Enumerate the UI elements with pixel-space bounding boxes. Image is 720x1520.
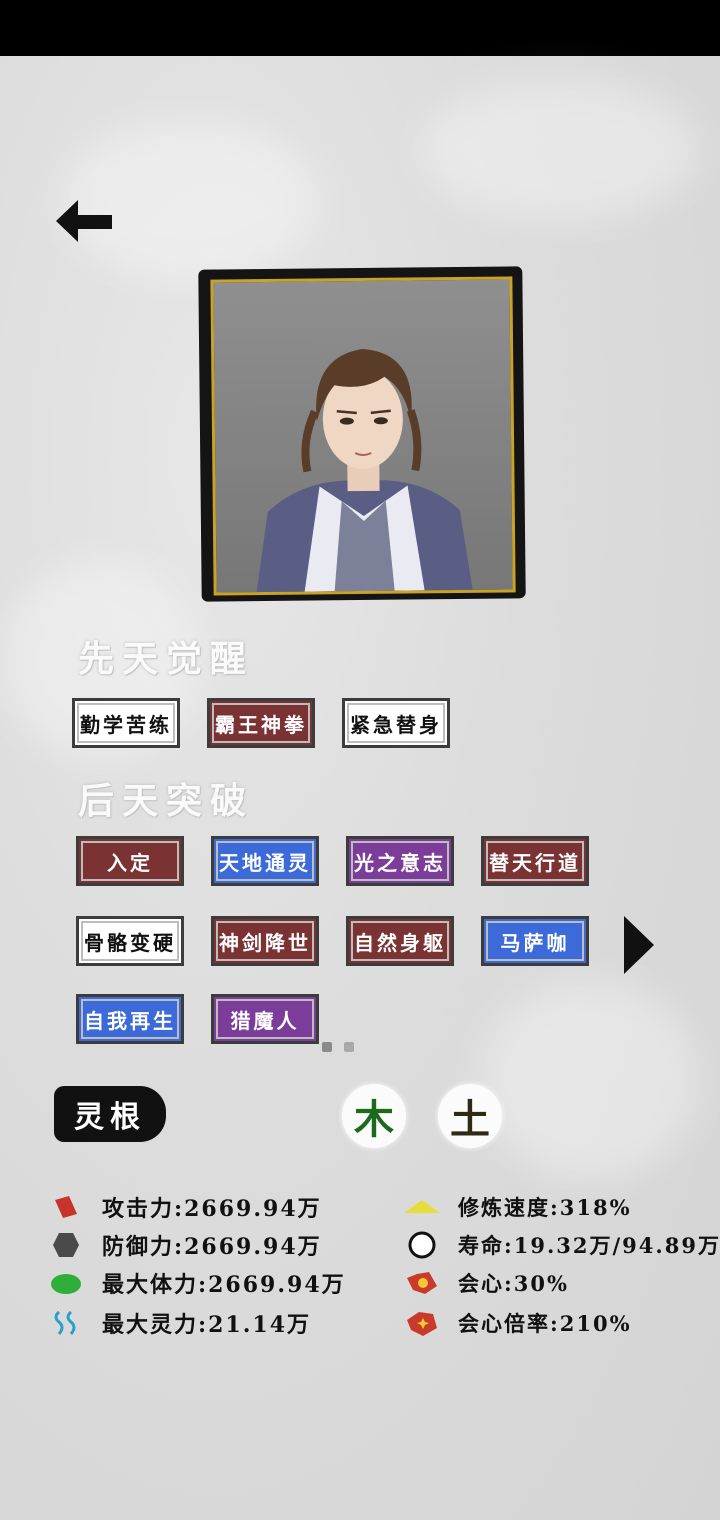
stat-label: 寿命:19.32万/94.89万: [458, 1233, 720, 1258]
stamina-icon: [46, 1266, 86, 1300]
element-wood-char: 木: [354, 1096, 394, 1143]
character-illustration: [256, 348, 473, 593]
stat-label: 最大灵力:21.14万: [102, 1312, 312, 1338]
crit-multiplier-icon: [402, 1306, 442, 1340]
back-arrow-icon[interactable]: [50, 196, 120, 246]
innate-awakening-title: 先天觉醒: [78, 638, 255, 680]
stat-row-left: 最大体力:2669.94万: [46, 1266, 346, 1300]
acquired-tag[interactable]: 自然身躯: [346, 916, 454, 966]
ink-cloud: [480, 980, 700, 1180]
stat-row-left: 攻击力:2669.94万: [46, 1190, 322, 1224]
acquired-tag[interactable]: 光之意志: [346, 836, 454, 886]
acquired-breakthrough-title: 后天突破: [78, 780, 255, 822]
element-wood: 木: [342, 1084, 406, 1148]
acquired-tag[interactable]: 自我再生: [76, 994, 184, 1044]
stat-label: 修炼速度:318%: [458, 1195, 632, 1220]
acquired-tag[interactable]: 替天行道: [481, 836, 589, 886]
acquired-tag[interactable]: 神剑降世: [211, 916, 319, 966]
lifespan-icon: [402, 1228, 442, 1262]
stat-row-right: 会心倍率:210%: [402, 1306, 632, 1340]
page-indicator-dot-1: [322, 1042, 332, 1052]
stat-row-left: 最大灵力:21.14万: [46, 1306, 311, 1340]
stat-row-right: 寿命:19.32万/94.89万: [402, 1228, 720, 1262]
attack-icon: [46, 1190, 86, 1224]
stat-label: 防御力:2669.94万: [102, 1234, 322, 1260]
acquired-tag[interactable]: 猎魔人: [211, 994, 319, 1044]
acquired-tag[interactable]: 入定: [76, 836, 184, 886]
stat-label: 最大体力:2669.94万: [102, 1272, 346, 1298]
portrait-frame: [198, 266, 526, 602]
page-indicator-dot-2: [344, 1042, 354, 1052]
stat-label: 攻击力:2669.94万: [102, 1196, 322, 1222]
spirit-energy-icon: [46, 1306, 86, 1340]
element-earth: 土: [438, 1084, 502, 1148]
acquired-tag[interactable]: 骨骼变硬: [76, 916, 184, 966]
ink-cloud: [420, 80, 700, 220]
character-portrait: [210, 276, 516, 596]
stat-row-left: 防御力:2669.94万: [46, 1228, 322, 1262]
acquired-tag[interactable]: 马萨咖: [481, 916, 589, 966]
status-bar: [0, 0, 720, 56]
stat-row-right: 修炼速度:318%: [402, 1190, 632, 1224]
acquired-tag[interactable]: 天地通灵: [211, 836, 319, 886]
element-earth-char: 土: [450, 1096, 490, 1143]
stat-label: 会心:30%: [458, 1271, 569, 1296]
defense-icon: [46, 1228, 86, 1262]
stat-label: 会心倍率:210%: [458, 1311, 632, 1336]
innate-tag[interactable]: 紧急替身: [342, 698, 450, 748]
innate-tag[interactable]: 霸王神拳: [207, 698, 315, 748]
cultivation-speed-icon: [402, 1190, 442, 1224]
next-page-arrow-icon[interactable]: [622, 914, 656, 976]
spirit-root-badge: 灵根: [54, 1086, 166, 1142]
stat-row-right: 会心:30%: [402, 1266, 569, 1300]
crit-icon: [402, 1266, 442, 1300]
innate-tag[interactable]: 勤学苦练: [72, 698, 180, 748]
